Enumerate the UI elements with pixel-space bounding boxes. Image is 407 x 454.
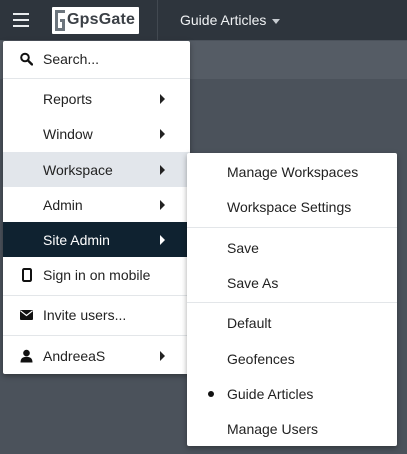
hamburger-menu-icon[interactable] [13,13,29,27]
menu-item-label: Window [43,125,93,142]
caret-right-icon [160,94,165,104]
envelope-icon [20,309,33,320]
caret-right-icon [160,129,165,139]
menu-item-label: AndreeaS [43,347,106,364]
submenu-item-guide-articles[interactable]: Guide Articles [187,376,397,411]
menu-item-label: Site Admin [43,231,110,248]
submenu-item-label: Workspace Settings [227,198,352,215]
submenu-item-label: Save [227,239,259,256]
menu-item-label: Workspace [43,161,113,178]
submenu-item-label: Guide Articles [227,385,314,402]
caret-right-icon [160,235,165,245]
top-bar: GpsGate Guide Articles [0,0,407,40]
menu-item-site-admin[interactable]: Site Admin [3,222,190,257]
submenu-item-label: Manage Users [227,420,319,437]
menu-item-user[interactable]: AndreeaS [3,338,190,373]
submenu-divider [187,227,397,228]
submenu-item-label: Geofences [227,350,295,367]
submenu-item-label: Save As [227,274,279,291]
logo-text: GpsGate [67,11,136,28]
submenu-item-manage-workspaces[interactable]: Manage Workspaces [187,154,397,189]
submenu-item-save[interactable]: Save [187,230,397,265]
logo-mark-icon [55,10,65,31]
submenu-item-default[interactable]: Default [187,305,397,340]
menu-item-label: Reports [43,90,93,107]
menu-item-window[interactable]: Window [3,116,190,151]
submenu-item-geofences[interactable]: Geofences [187,341,397,376]
menu-item-sign-in-mobile[interactable]: Sign in on mobile [3,257,190,292]
caret-right-icon [160,200,165,210]
menu-item-label: Admin [43,196,83,213]
menu-divider [3,335,190,336]
submenu-item-save-as[interactable]: Save As [187,265,397,300]
menu-item-invite-users[interactable]: Invite users... [3,297,190,332]
topbar-divider [157,0,158,40]
menu-divider [3,295,190,296]
main-menu: Search... Reports Window Workspace Admin… [3,41,190,374]
submenu-item-label: Manage Workspaces [227,163,359,180]
menu-item-search[interactable]: Search... [3,41,190,76]
workspace-submenu: Manage Workspaces Workspace Settings Sav… [187,153,397,446]
menu-item-workspace[interactable]: Workspace [3,152,190,187]
submenu-divider [187,302,397,303]
search-icon [20,52,33,65]
menu-divider [3,78,190,79]
menu-item-label: Search... [43,50,100,67]
workspace-title: Guide Articles [180,12,267,28]
submenu-item-workspace-settings[interactable]: Workspace Settings [187,189,397,224]
mobile-phone-icon [22,267,32,282]
selected-bullet-icon [208,391,214,397]
menu-item-label: Invite users... [43,306,127,323]
menu-item-reports[interactable]: Reports [3,81,190,116]
menu-item-admin[interactable]: Admin [3,187,190,222]
chevron-down-icon [272,18,281,24]
user-icon [20,349,33,362]
menu-item-label: Sign in on mobile [43,266,151,283]
caret-right-icon [160,165,165,175]
caret-right-icon [160,351,165,361]
workspace-dropdown[interactable]: Guide Articles [180,12,281,28]
submenu-item-label: Default [227,314,272,331]
submenu-item-manage-users[interactable]: Manage Users [187,411,397,446]
gpsgate-logo[interactable]: GpsGate [52,7,139,34]
